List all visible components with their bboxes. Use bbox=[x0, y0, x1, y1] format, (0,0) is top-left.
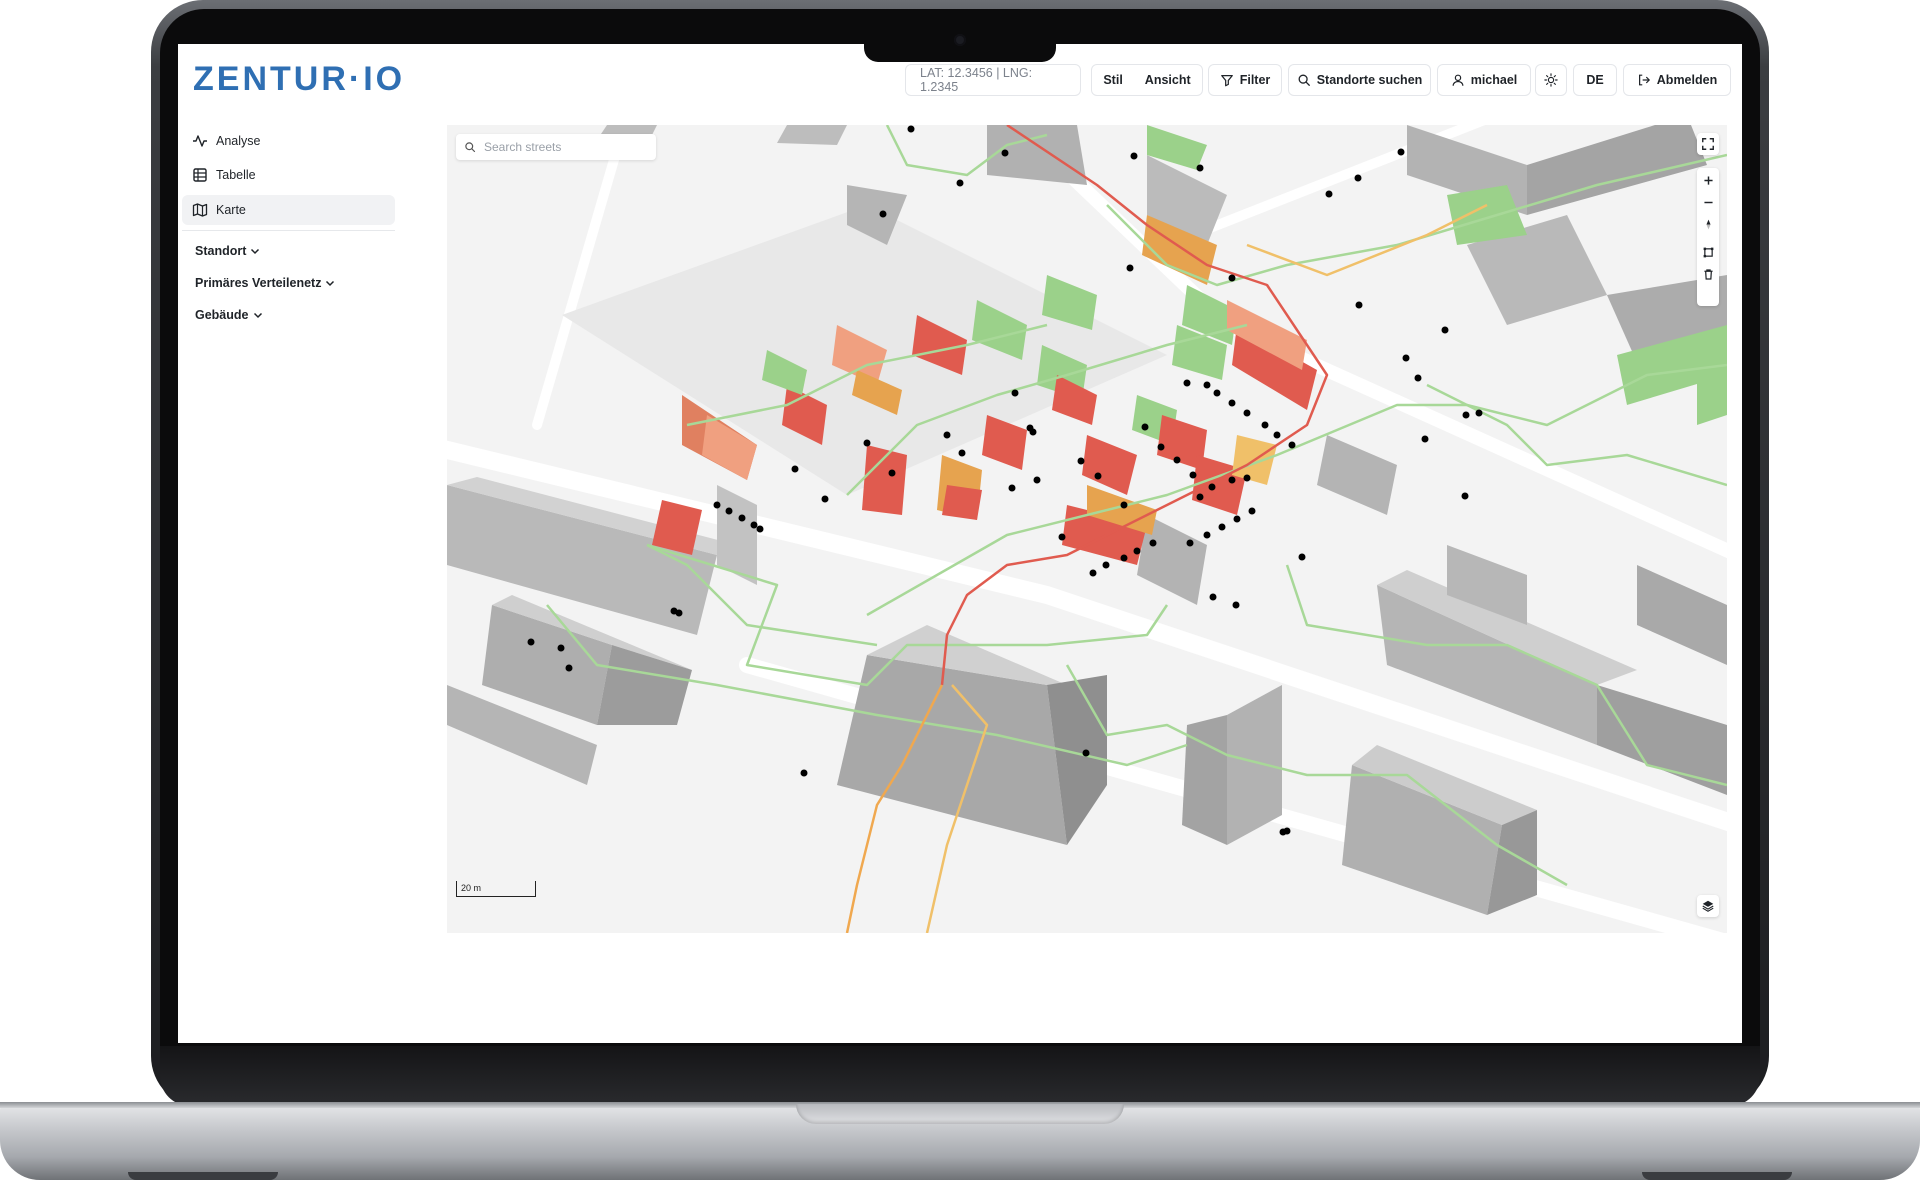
sidebar-item-tabelle[interactable]: Tabelle bbox=[182, 160, 395, 190]
style-button[interactable]: Stil bbox=[1103, 73, 1122, 87]
theme-toggle-button[interactable] bbox=[1535, 64, 1567, 96]
section-primaeres-verteilenetz[interactable]: Primäres Verteilenetz bbox=[195, 276, 336, 290]
scale-bar: 20 m bbox=[456, 881, 536, 897]
draw-polygon-icon bbox=[1703, 247, 1713, 257]
user-menu-button[interactable]: michael bbox=[1437, 64, 1531, 96]
map-canvas[interactable]: Search streets 20 m bbox=[447, 125, 1727, 933]
table-icon bbox=[193, 168, 207, 182]
search-locations-button[interactable]: Standorte suchen bbox=[1288, 64, 1431, 96]
zoom-out-button[interactable] bbox=[1697, 190, 1719, 214]
layers-button[interactable] bbox=[1697, 895, 1719, 917]
search-locations-label: Standorte suchen bbox=[1316, 73, 1423, 87]
trash-icon bbox=[1703, 268, 1713, 280]
trash-button[interactable] bbox=[1697, 262, 1719, 286]
zoom-in-icon bbox=[1703, 175, 1713, 185]
zoom-out-icon bbox=[1703, 201, 1713, 203]
search-icon bbox=[465, 142, 476, 153]
style-view-group: Stil Ansicht bbox=[1091, 64, 1203, 96]
chevron-down-icon bbox=[251, 248, 260, 255]
sidebar-item-analyse[interactable]: Analyse bbox=[182, 126, 395, 156]
section-label: Standort bbox=[195, 244, 247, 258]
street-search-input[interactable]: Search streets bbox=[456, 134, 656, 160]
sidebar-item-label: Analyse bbox=[216, 134, 261, 148]
language-button[interactable]: DE bbox=[1573, 64, 1617, 96]
view-button[interactable]: Ansicht bbox=[1145, 73, 1191, 87]
filter-label: Filter bbox=[1239, 73, 1271, 87]
map-control-group bbox=[1697, 168, 1719, 306]
logout-icon bbox=[1638, 74, 1650, 86]
section-label: Gebäude bbox=[195, 308, 249, 322]
filter-button[interactable]: Filter bbox=[1208, 64, 1282, 96]
map-3d-view bbox=[447, 125, 1727, 933]
chevron-down-icon bbox=[326, 280, 335, 287]
layers-icon bbox=[1702, 900, 1714, 912]
app-logo[interactable]: ZENTUR·IO bbox=[193, 60, 405, 99]
sidebar-item-karte[interactable]: Karte bbox=[182, 195, 395, 225]
draw-polygon-button[interactable] bbox=[1697, 240, 1719, 264]
fullscreen-button[interactable] bbox=[1697, 133, 1719, 155]
user-name: michael bbox=[1470, 73, 1518, 87]
laptop-bezel-chin bbox=[160, 1046, 1760, 1106]
search-placeholder: Search streets bbox=[484, 140, 562, 154]
filter-icon bbox=[1220, 75, 1233, 87]
fullscreen-icon bbox=[1702, 138, 1714, 150]
activity-icon bbox=[193, 135, 207, 147]
logout-label: Abmelden bbox=[1656, 73, 1718, 87]
user-icon bbox=[1452, 74, 1464, 86]
section-gebaeude[interactable]: Gebäude bbox=[195, 308, 264, 322]
laptop-foot-right bbox=[1642, 1172, 1792, 1180]
laptop-foot-left bbox=[128, 1172, 278, 1180]
sidebar-divider bbox=[182, 230, 395, 231]
language-label: DE bbox=[1586, 73, 1604, 87]
sidebar-item-label: Karte bbox=[216, 203, 246, 217]
chevron-down-icon bbox=[253, 312, 262, 319]
app-screen: ZENTUR·IO LAT: 12.3456 | LNG: 1.2345 Sti… bbox=[178, 44, 1742, 1043]
map-icon bbox=[192, 203, 208, 217]
section-standort[interactable]: Standort bbox=[195, 244, 261, 258]
sidebar-item-label: Tabelle bbox=[216, 168, 256, 182]
coordinates-readout: LAT: 12.3456 | LNG: 1.2345 bbox=[905, 64, 1081, 96]
compass-button[interactable] bbox=[1697, 212, 1719, 236]
zoom-in-button[interactable] bbox=[1697, 168, 1719, 192]
section-label: Primäres Verteilenetz bbox=[195, 276, 322, 290]
compass-icon bbox=[1705, 219, 1711, 229]
camera-icon bbox=[954, 34, 966, 46]
logout-button[interactable]: Abmelden bbox=[1623, 64, 1731, 96]
laptop-opening-lip bbox=[796, 1104, 1124, 1124]
sun-icon bbox=[1544, 73, 1558, 87]
search-icon bbox=[1298, 74, 1310, 86]
